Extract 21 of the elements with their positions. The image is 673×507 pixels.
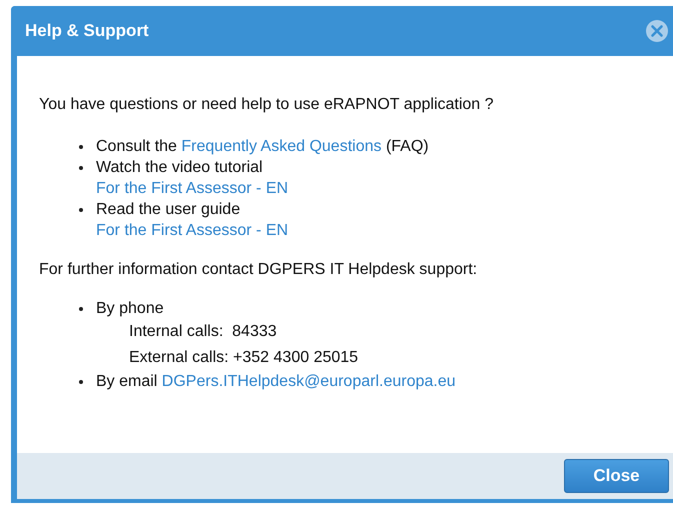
list-text: Consult the Frequently Asked Questions (FAQ) (96, 137, 429, 157)
link[interactable]: For the First Assessor - EN (96, 178, 288, 199)
intro-text: You have questions or need help to use eRAPNOT application ? (39, 95, 495, 115)
link[interactable]: DGPers.ITHelpdesk@europarl.europa.eu (162, 373, 456, 390)
bullet-icon (79, 380, 83, 384)
dialog-title: Help & Support (25, 21, 149, 41)
list-text: By phone (96, 299, 164, 319)
link[interactable]: Frequently Asked Questions (181, 138, 382, 155)
bullet-icon (79, 145, 83, 149)
list-text: Read the user guide (96, 200, 240, 220)
list-text: Watch the video tutorial (96, 158, 263, 178)
bullet-icon (79, 307, 83, 311)
bullet-icon (79, 208, 83, 212)
contact-text: For further information contact DGPERS IT Helpdesk support: (39, 260, 478, 280)
detail-text: External calls: +352 4300 25015 (129, 348, 358, 368)
bullet-icon (79, 166, 83, 170)
link[interactable]: For the First Assessor - EN (96, 220, 288, 241)
close-icon[interactable] (645, 19, 669, 43)
detail-text: Internal calls: 84333 (129, 322, 277, 342)
list-text: By email DGPers.ITHelpdesk@europarl.europa.eu (96, 372, 456, 392)
close-button[interactable]: Close (564, 459, 669, 493)
